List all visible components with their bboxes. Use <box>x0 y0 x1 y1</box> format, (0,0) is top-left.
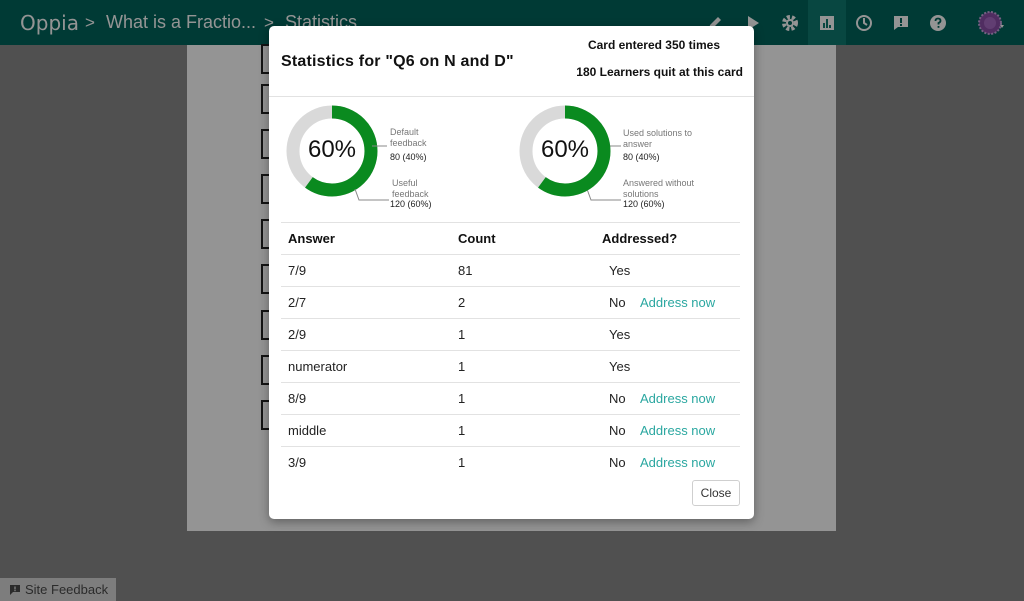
count-cell: 1 <box>451 382 595 415</box>
addressed-cell: Yes <box>595 350 740 383</box>
count-cell: 2 <box>451 286 595 319</box>
count-cell: 1 <box>451 318 595 351</box>
donut-segment-value: 120 (60%) <box>390 199 432 209</box>
address-now-link[interactable]: Address now <box>640 455 715 470</box>
feedback-icon <box>10 584 20 595</box>
solutions-donut-chart: 60% <box>519 105 611 197</box>
answer-cell: 2/9 <box>281 318 451 351</box>
answer-cell: middle <box>281 414 451 447</box>
close-button[interactable]: Close <box>692 480 740 506</box>
addressed-status: No <box>609 391 626 406</box>
count-cell: 1 <box>451 446 595 478</box>
addressed-column-header: Addressed? <box>595 222 740 255</box>
count-cell: 81 <box>451 254 595 287</box>
donut-segment-value: 120 (60%) <box>623 199 665 209</box>
answer-cell: 3/9 <box>281 446 451 478</box>
answers-table: Answer Count Addressed? 7/9 81 Yes 2/7 2… <box>281 222 740 478</box>
addressed-status: No <box>609 295 626 310</box>
count-column-header: Count <box>451 222 595 255</box>
addressed-status: Yes <box>609 327 631 342</box>
answer-cell: 2/7 <box>281 286 451 319</box>
address-now-link[interactable]: Address now <box>640 391 715 406</box>
addressed-cell: No Address now <box>595 286 740 319</box>
donut-segment-label: Useful feedback <box>392 178 429 199</box>
table-row: 8/9 1 No Address now <box>281 382 740 415</box>
addressed-status: Yes <box>609 359 631 374</box>
addressed-cell: Yes <box>595 318 740 351</box>
table-row: numerator 1 Yes <box>281 350 740 383</box>
address-now-link[interactable]: Address now <box>640 423 715 438</box>
table-header-row: Answer Count Addressed? <box>281 222 740 255</box>
addressed-status: Yes <box>609 263 631 278</box>
answer-column-header: Answer <box>281 222 451 255</box>
count-cell: 1 <box>451 414 595 447</box>
donut-segment-value: 80 (40%) <box>623 152 660 162</box>
donut-segment-label: Default feedback <box>390 127 427 148</box>
answer-cell: numerator <box>281 350 451 383</box>
state-statistics-modal: Statistics for "Q6 on N and D" Card ente… <box>269 26 754 519</box>
addressed-status: No <box>609 423 626 438</box>
answer-cell: 7/9 <box>281 254 451 287</box>
table-row: 3/9 1 No Address now <box>281 446 740 478</box>
site-feedback-button[interactable]: Site Feedback <box>0 578 116 601</box>
addressed-cell: No Address now <box>595 414 740 447</box>
table-row: 2/9 1 Yes <box>281 318 740 351</box>
answer-cell: 8/9 <box>281 382 451 415</box>
donut-percent: 60% <box>540 136 590 163</box>
table-row: middle 1 No Address now <box>281 414 740 447</box>
donut-segment-value: 80 (40%) <box>390 152 427 162</box>
addressed-cell: No Address now <box>595 446 740 478</box>
addressed-cell: Yes <box>595 254 740 287</box>
address-now-link[interactable]: Address now <box>640 295 715 310</box>
count-cell: 1 <box>451 350 595 383</box>
site-feedback-label: Site Feedback <box>25 582 109 597</box>
donut-segment-label: Answered without solutions <box>623 178 695 199</box>
table-row: 2/7 2 No Address now <box>281 286 740 319</box>
addressed-cell: No Address now <box>595 382 740 415</box>
donut-segment-label: Used solutions to answer <box>623 128 693 149</box>
table-row: 7/9 81 Yes <box>281 254 740 287</box>
addressed-status: No <box>609 455 626 470</box>
